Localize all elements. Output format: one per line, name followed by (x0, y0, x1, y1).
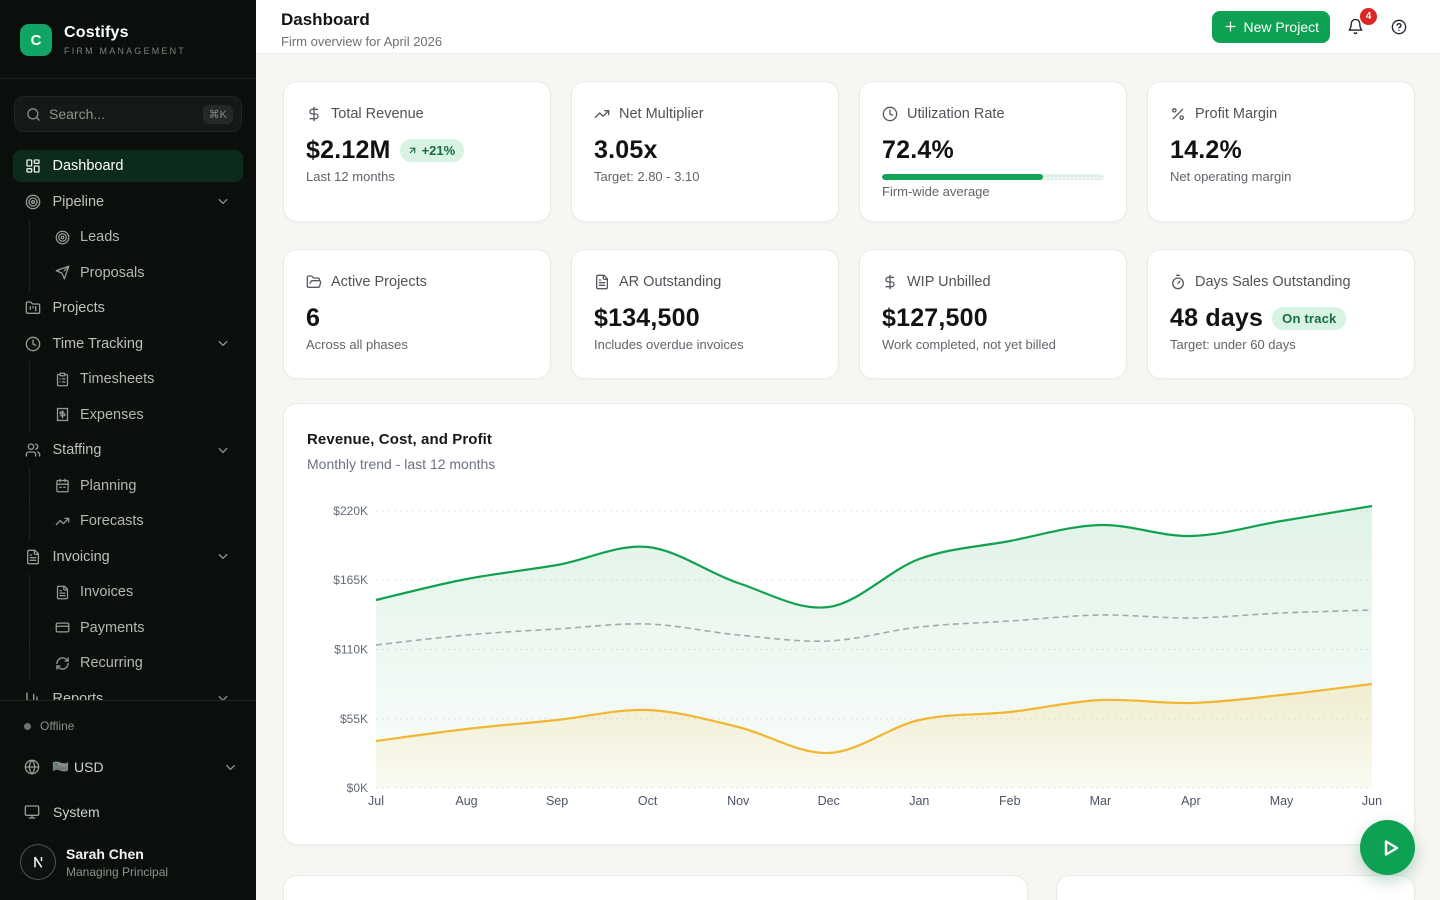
svg-text:Jan: Jan (909, 794, 929, 808)
svg-text:Mar: Mar (1090, 794, 1112, 808)
svg-text:Aug: Aug (455, 794, 477, 808)
svg-text:Nov: Nov (727, 794, 750, 808)
svg-text:Oct: Oct (638, 794, 658, 808)
svg-text:Feb: Feb (999, 794, 1021, 808)
svg-text:Jun: Jun (1362, 794, 1382, 808)
svg-text:Sep: Sep (546, 794, 568, 808)
svg-text:$165K: $165K (333, 573, 368, 587)
svg-text:$0K: $0K (347, 781, 368, 795)
svg-text:$220K: $220K (333, 504, 368, 518)
svg-text:$55K: $55K (340, 712, 368, 726)
svg-text:May: May (1270, 794, 1294, 808)
svg-text:Apr: Apr (1181, 794, 1200, 808)
svg-text:Dec: Dec (818, 794, 840, 808)
svg-text:$110K: $110K (334, 643, 368, 657)
svg-text:Jul: Jul (368, 794, 384, 808)
